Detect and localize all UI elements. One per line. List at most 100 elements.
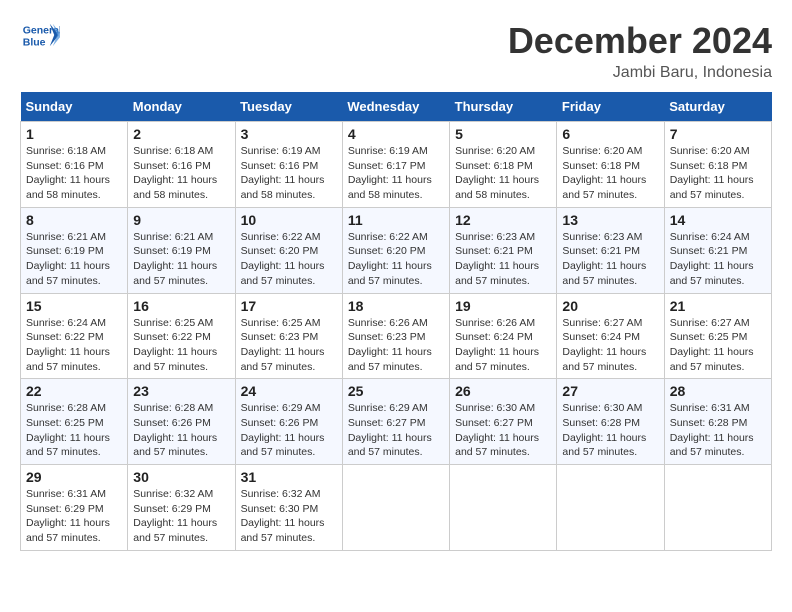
daylight-label: Daylight: 11 hours and 57 minutes. — [241, 260, 325, 287]
column-header-monday: Monday — [128, 92, 235, 122]
sunrise-label: Sunrise: 6:25 AM — [241, 317, 321, 329]
sunset-label: Sunset: 6:16 PM — [133, 160, 211, 172]
sunset-label: Sunset: 6:24 PM — [562, 331, 640, 343]
calendar-header-row: SundayMondayTuesdayWednesdayThursdayFrid… — [21, 92, 772, 122]
sunset-label: Sunset: 6:19 PM — [133, 245, 211, 257]
calendar-cell: 18 Sunrise: 6:26 AM Sunset: 6:23 PM Dayl… — [342, 293, 449, 379]
sunrise-label: Sunrise: 6:24 AM — [26, 317, 106, 329]
day-info: Sunrise: 6:31 AM Sunset: 6:28 PM Dayligh… — [670, 401, 766, 460]
title-block: December 2024 Jambi Baru, Indonesia — [508, 20, 772, 82]
sunset-label: Sunset: 6:24 PM — [455, 331, 533, 343]
sunrise-label: Sunrise: 6:29 AM — [348, 402, 428, 414]
calendar-cell: 24 Sunrise: 6:29 AM Sunset: 6:26 PM Dayl… — [235, 379, 342, 465]
sunset-label: Sunset: 6:29 PM — [133, 503, 211, 515]
day-info: Sunrise: 6:27 AM Sunset: 6:25 PM Dayligh… — [670, 316, 766, 375]
calendar-cell: 9 Sunrise: 6:21 AM Sunset: 6:19 PM Dayli… — [128, 207, 235, 293]
calendar-cell: 11 Sunrise: 6:22 AM Sunset: 6:20 PM Dayl… — [342, 207, 449, 293]
sunset-label: Sunset: 6:20 PM — [241, 245, 319, 257]
daylight-label: Daylight: 11 hours and 57 minutes. — [562, 346, 646, 373]
day-info: Sunrise: 6:20 AM Sunset: 6:18 PM Dayligh… — [455, 144, 551, 203]
day-number: 9 — [133, 212, 229, 228]
day-number: 25 — [348, 383, 444, 399]
sunrise-label: Sunrise: 6:20 AM — [562, 145, 642, 157]
day-number: 11 — [348, 212, 444, 228]
sunrise-label: Sunrise: 6:27 AM — [562, 317, 642, 329]
sunrise-label: Sunrise: 6:26 AM — [455, 317, 535, 329]
sunrise-label: Sunrise: 6:32 AM — [133, 488, 213, 500]
sunset-label: Sunset: 6:29 PM — [26, 503, 104, 515]
day-number: 13 — [562, 212, 658, 228]
day-info: Sunrise: 6:31 AM Sunset: 6:29 PM Dayligh… — [26, 487, 122, 546]
day-number: 26 — [455, 383, 551, 399]
calendar-cell — [664, 465, 771, 551]
day-info: Sunrise: 6:23 AM Sunset: 6:21 PM Dayligh… — [455, 230, 551, 289]
day-number: 12 — [455, 212, 551, 228]
day-info: Sunrise: 6:27 AM Sunset: 6:24 PM Dayligh… — [562, 316, 658, 375]
calendar-cell: 7 Sunrise: 6:20 AM Sunset: 6:18 PM Dayli… — [664, 122, 771, 208]
daylight-label: Daylight: 11 hours and 57 minutes. — [562, 432, 646, 459]
day-number: 29 — [26, 469, 122, 485]
calendar-cell: 27 Sunrise: 6:30 AM Sunset: 6:28 PM Dayl… — [557, 379, 664, 465]
daylight-label: Daylight: 11 hours and 57 minutes. — [133, 517, 217, 544]
day-number: 24 — [241, 383, 337, 399]
calendar-cell — [342, 465, 449, 551]
sunset-label: Sunset: 6:27 PM — [455, 417, 533, 429]
day-info: Sunrise: 6:32 AM Sunset: 6:30 PM Dayligh… — [241, 487, 337, 546]
day-number: 7 — [670, 126, 766, 142]
sunrise-label: Sunrise: 6:21 AM — [26, 231, 106, 243]
sunrise-label: Sunrise: 6:24 AM — [670, 231, 750, 243]
day-number: 28 — [670, 383, 766, 399]
page-header: General Blue December 2024 Jambi Baru, I… — [20, 20, 772, 82]
sunrise-label: Sunrise: 6:22 AM — [348, 231, 428, 243]
calendar-week-row: 1 Sunrise: 6:18 AM Sunset: 6:16 PM Dayli… — [21, 122, 772, 208]
column-header-friday: Friday — [557, 92, 664, 122]
day-number: 22 — [26, 383, 122, 399]
day-info: Sunrise: 6:20 AM Sunset: 6:18 PM Dayligh… — [670, 144, 766, 203]
daylight-label: Daylight: 11 hours and 57 minutes. — [26, 260, 110, 287]
logo: General Blue — [20, 20, 60, 50]
day-info: Sunrise: 6:19 AM Sunset: 6:16 PM Dayligh… — [241, 144, 337, 203]
day-info: Sunrise: 6:23 AM Sunset: 6:21 PM Dayligh… — [562, 230, 658, 289]
calendar-week-row: 29 Sunrise: 6:31 AM Sunset: 6:29 PM Dayl… — [21, 465, 772, 551]
daylight-label: Daylight: 11 hours and 58 minutes. — [455, 174, 539, 201]
day-number: 4 — [348, 126, 444, 142]
sunset-label: Sunset: 6:28 PM — [670, 417, 748, 429]
sunset-label: Sunset: 6:21 PM — [670, 245, 748, 257]
daylight-label: Daylight: 11 hours and 57 minutes. — [562, 260, 646, 287]
day-info: Sunrise: 6:26 AM Sunset: 6:23 PM Dayligh… — [348, 316, 444, 375]
sunset-label: Sunset: 6:22 PM — [26, 331, 104, 343]
daylight-label: Daylight: 11 hours and 57 minutes. — [348, 432, 432, 459]
sunrise-label: Sunrise: 6:25 AM — [133, 317, 213, 329]
sunset-label: Sunset: 6:23 PM — [348, 331, 426, 343]
calendar-cell: 23 Sunrise: 6:28 AM Sunset: 6:26 PM Dayl… — [128, 379, 235, 465]
day-number: 3 — [241, 126, 337, 142]
daylight-label: Daylight: 11 hours and 57 minutes. — [133, 260, 217, 287]
day-info: Sunrise: 6:19 AM Sunset: 6:17 PM Dayligh… — [348, 144, 444, 203]
calendar-cell: 2 Sunrise: 6:18 AM Sunset: 6:16 PM Dayli… — [128, 122, 235, 208]
sunset-label: Sunset: 6:17 PM — [348, 160, 426, 172]
day-number: 1 — [26, 126, 122, 142]
calendar-cell: 26 Sunrise: 6:30 AM Sunset: 6:27 PM Dayl… — [450, 379, 557, 465]
sunrise-label: Sunrise: 6:19 AM — [241, 145, 321, 157]
daylight-label: Daylight: 11 hours and 57 minutes. — [133, 432, 217, 459]
day-number: 6 — [562, 126, 658, 142]
calendar-cell: 8 Sunrise: 6:21 AM Sunset: 6:19 PM Dayli… — [21, 207, 128, 293]
sunrise-label: Sunrise: 6:31 AM — [670, 402, 750, 414]
day-number: 30 — [133, 469, 229, 485]
calendar-cell: 4 Sunrise: 6:19 AM Sunset: 6:17 PM Dayli… — [342, 122, 449, 208]
calendar-cell — [557, 465, 664, 551]
daylight-label: Daylight: 11 hours and 57 minutes. — [241, 346, 325, 373]
daylight-label: Daylight: 11 hours and 57 minutes. — [26, 517, 110, 544]
day-info: Sunrise: 6:28 AM Sunset: 6:26 PM Dayligh… — [133, 401, 229, 460]
sunrise-label: Sunrise: 6:27 AM — [670, 317, 750, 329]
calendar-week-row: 8 Sunrise: 6:21 AM Sunset: 6:19 PM Dayli… — [21, 207, 772, 293]
sunrise-label: Sunrise: 6:18 AM — [133, 145, 213, 157]
daylight-label: Daylight: 11 hours and 58 minutes. — [348, 174, 432, 201]
daylight-label: Daylight: 11 hours and 57 minutes. — [670, 174, 754, 201]
day-number: 21 — [670, 298, 766, 314]
daylight-label: Daylight: 11 hours and 57 minutes. — [455, 432, 539, 459]
sunrise-label: Sunrise: 6:32 AM — [241, 488, 321, 500]
daylight-label: Daylight: 11 hours and 57 minutes. — [455, 260, 539, 287]
calendar-table: SundayMondayTuesdayWednesdayThursdayFrid… — [20, 92, 772, 551]
calendar-cell: 12 Sunrise: 6:23 AM Sunset: 6:21 PM Dayl… — [450, 207, 557, 293]
